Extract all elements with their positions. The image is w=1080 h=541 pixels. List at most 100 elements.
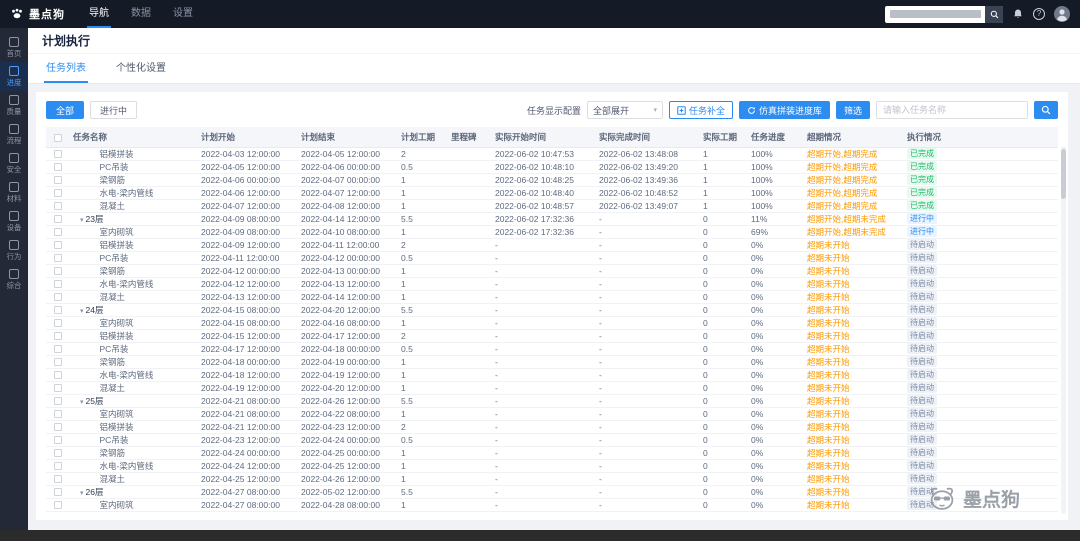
cell-milestone <box>448 147 492 161</box>
row-checkbox[interactable] <box>54 449 62 458</box>
table-row[interactable]: ▾混凝土 2022-04-25 12:00:00 2022-04-26 12:0… <box>46 472 1058 486</box>
row-checkbox[interactable] <box>54 345 62 354</box>
search-button[interactable] <box>1034 101 1058 119</box>
row-checkbox[interactable] <box>54 150 62 159</box>
row-checkbox[interactable] <box>54 475 62 484</box>
table-row[interactable]: ▾水电-梁内管线 2022-04-24 12:00:00 2022-04-25 … <box>46 459 1058 473</box>
table-row[interactable]: ▾混凝土 2022-04-19 12:00:00 2022-04-20 12:0… <box>46 381 1058 395</box>
table-row[interactable]: ▾铝模拼装 2022-04-09 12:00:00 2022-04-11 12:… <box>46 238 1058 252</box>
cell-plan-start: 2022-04-03 12:00:00 <box>198 147 298 161</box>
table-row[interactable]: ▾室内砌筑 2022-04-27 08:00:00 2022-04-28 08:… <box>46 498 1058 512</box>
expand-caret-icon[interactable]: ▾ <box>80 490 84 497</box>
nav-item-settings[interactable]: 设置 <box>171 0 195 28</box>
table-row[interactable]: ▾铝模拼装 2022-04-03 12:00:00 2022-04-05 12:… <box>46 147 1058 161</box>
notification-bell-button[interactable] <box>1012 8 1024 20</box>
select-all-checkbox[interactable] <box>54 133 62 142</box>
row-checkbox[interactable] <box>54 267 62 276</box>
material-icon <box>9 182 19 192</box>
row-checkbox[interactable] <box>54 332 62 341</box>
row-checkbox[interactable] <box>54 176 62 185</box>
task-complete-button[interactable]: 任务补全 <box>668 101 733 119</box>
table-row[interactable]: ▾铝模拼装 2022-04-15 12:00:00 2022-04-17 12:… <box>46 329 1058 343</box>
header-search-input[interactable] <box>885 5 1003 23</box>
table-row[interactable]: ▾水电-梁内管线 2022-04-12 12:00:00 2022-04-13 … <box>46 277 1058 291</box>
row-checkbox[interactable] <box>54 410 62 419</box>
table-row[interactable]: ▾ 24层 2022-04-15 08:00:00 2022-04-20 12:0… <box>46 303 1058 317</box>
row-checkbox[interactable] <box>54 462 62 471</box>
table-row[interactable]: ▾室内砌筑 2022-04-09 08:00:00 2022-04-10 08:… <box>46 225 1058 239</box>
expand-caret-icon[interactable]: ▾ <box>80 308 84 315</box>
row-checkbox[interactable] <box>54 228 62 237</box>
sidebar-item-流程[interactable]: 流程 <box>0 120 28 149</box>
help-button[interactable]: ? <box>1033 8 1045 20</box>
row-checkbox[interactable] <box>54 319 62 328</box>
table-row[interactable]: ▾混凝土 2022-04-13 12:00:00 2022-04-14 12:0… <box>46 290 1058 304</box>
scrollbar-thumb[interactable] <box>1061 149 1066 199</box>
row-checkbox-cell <box>46 329 70 343</box>
table-row[interactable]: ▾PC吊装 2022-04-17 12:00:00 2022-04-18 00:… <box>46 342 1058 356</box>
row-checkbox[interactable] <box>54 423 62 432</box>
vertical-scrollbar[interactable] <box>1061 146 1066 514</box>
sidebar-item-安全[interactable]: 安全 <box>0 149 28 178</box>
table-row[interactable]: ▾室内砌筑 2022-04-15 08:00:00 2022-04-16 08:… <box>46 316 1058 330</box>
row-checkbox[interactable] <box>54 163 62 172</box>
table-row[interactable]: ▾混凝土 2022-04-07 12:00:00 2022-04-08 12:0… <box>46 199 1058 213</box>
table-row[interactable]: ▾梁钢筋 2022-04-24 00:00:00 2022-04-25 00:0… <box>46 446 1058 460</box>
table-row[interactable]: ▾梁钢筋 2022-04-06 00:00:00 2022-04-07 00:0… <box>46 173 1058 187</box>
table-row[interactable]: ▾ 25层 2022-04-21 08:00:00 2022-04-26 12:0… <box>46 394 1058 408</box>
tab-personalization[interactable]: 个性化设置 <box>114 59 168 83</box>
table-row[interactable]: ▾梁钢筋 2022-04-12 00:00:00 2022-04-13 00:0… <box>46 264 1058 278</box>
row-checkbox[interactable] <box>54 384 62 393</box>
row-checkbox[interactable] <box>54 358 62 367</box>
row-checkbox[interactable] <box>54 280 62 289</box>
row-checkbox[interactable] <box>54 306 62 315</box>
sidebar-item-首页[interactable]: 首页 <box>0 33 28 62</box>
row-checkbox[interactable] <box>54 215 62 224</box>
row-checkbox[interactable] <box>54 189 62 198</box>
status-badge: 待启动 <box>907 408 937 419</box>
expand-mode-select[interactable]: 全部展开 ▾ <box>586 101 663 119</box>
sidebar-item-质量[interactable]: 质量 <box>0 91 28 120</box>
table-row[interactable]: ▾水电-梁内管线 2022-04-06 12:00:00 2022-04-07 … <box>46 186 1058 200</box>
cell-actual-duration: 0 <box>700 225 748 239</box>
table-row[interactable]: ▾梁钢筋 2022-04-18 00:00:00 2022-04-19 00:0… <box>46 355 1058 369</box>
col-plan-end: 计划结束 <box>298 127 398 148</box>
row-checkbox[interactable] <box>54 488 62 497</box>
nav-item-navigation[interactable]: 导航 <box>87 0 111 28</box>
table-row[interactable]: ▾水电-梁内管线 2022-04-18 12:00:00 2022-04-19 … <box>46 368 1058 382</box>
sidebar-item-综合[interactable]: 综合 <box>0 265 28 294</box>
sidebar-item-设备[interactable]: 设备 <box>0 207 28 236</box>
table-row[interactable]: ▾ 23层 2022-04-09 08:00:00 2022-04-14 12:0… <box>46 212 1058 226</box>
row-checkbox[interactable] <box>54 436 62 445</box>
table-row[interactable]: ▾铝模拼装 2022-04-21 12:00:00 2022-04-23 12:… <box>46 420 1058 434</box>
table-row[interactable]: ▾室内砌筑 2022-04-21 08:00:00 2022-04-22 08:… <box>46 407 1058 421</box>
row-checkbox[interactable] <box>54 371 62 380</box>
sync-assembly-library-button[interactable]: 仿真拼装进度库 <box>738 101 830 119</box>
task-search-input[interactable] <box>876 101 1028 119</box>
expand-caret-icon[interactable]: ▾ <box>80 399 84 406</box>
tab-task-list[interactable]: 任务列表 <box>44 59 88 83</box>
row-checkbox[interactable] <box>54 293 62 302</box>
row-checkbox[interactable] <box>54 241 62 250</box>
table-row[interactable]: ▾PC吊装 2022-04-05 12:00:00 2022-04-06 00:… <box>46 160 1058 174</box>
header-search-button[interactable] <box>985 5 1003 23</box>
row-checkbox[interactable] <box>54 254 62 263</box>
table-row[interactable]: ▾PC吊装 2022-04-23 12:00:00 2022-04-24 00:… <box>46 433 1058 447</box>
table-row[interactable]: ▾PC吊装 2022-04-11 12:00:00 2022-04-12 00:… <box>46 251 1058 265</box>
search-icon <box>1041 105 1051 115</box>
expand-caret-icon[interactable]: ▾ <box>80 217 84 224</box>
filter-running-button[interactable]: 进行中 <box>90 101 138 119</box>
row-checkbox[interactable] <box>54 202 62 211</box>
sidebar-item-行为[interactable]: 行为 <box>0 236 28 265</box>
filter-all-button[interactable]: 全部 <box>46 101 85 119</box>
user-avatar[interactable] <box>1054 6 1070 22</box>
search-icon <box>990 10 998 18</box>
sidebar-item-进度[interactable]: 进度 <box>0 62 28 91</box>
filter-button[interactable]: 筛选 <box>835 101 870 119</box>
row-checkbox[interactable] <box>54 397 62 406</box>
sidebar-item-材料[interactable]: 材料 <box>0 178 28 207</box>
table-row[interactable]: ▾ 26层 2022-04-27 08:00:00 2022-05-02 12:0… <box>46 485 1058 499</box>
nav-item-data[interactable]: 数据 <box>129 0 153 28</box>
row-checkbox-cell <box>46 238 70 252</box>
row-checkbox[interactable] <box>54 501 62 510</box>
